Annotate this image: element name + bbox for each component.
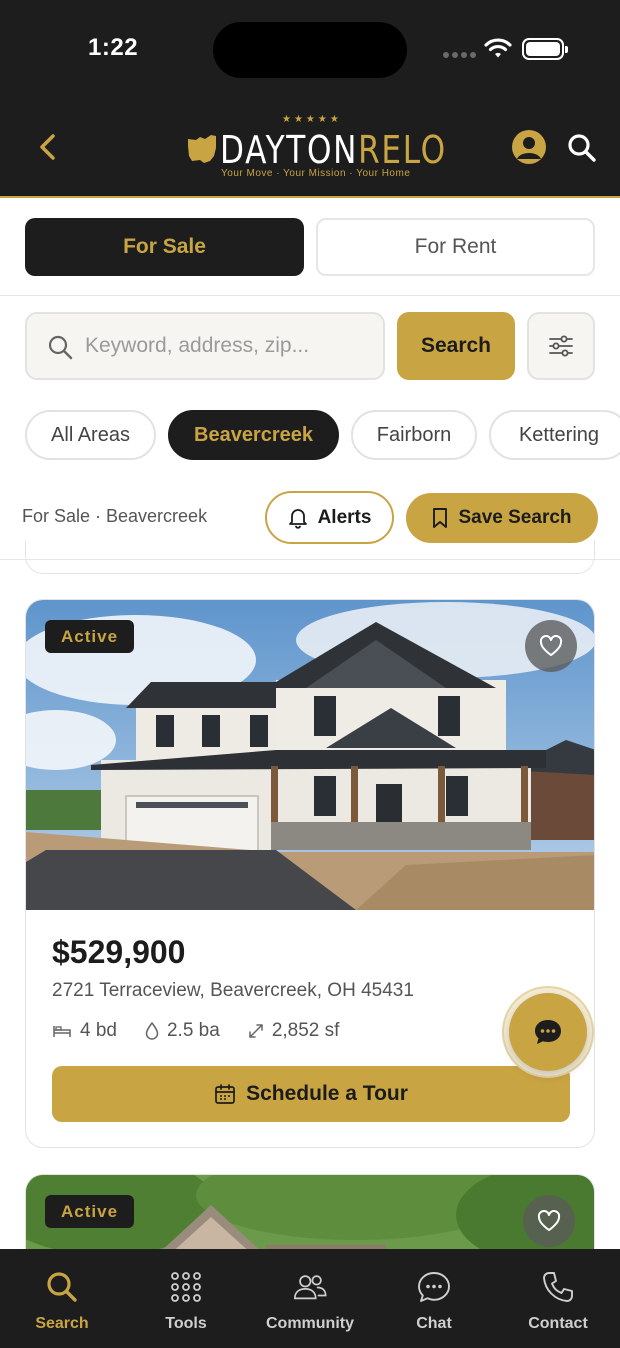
people-icon: [293, 1275, 327, 1300]
previous-listing-card-edge: [25, 540, 595, 574]
water-drop-icon: [145, 1022, 159, 1040]
expand-arrows-icon: [249, 1024, 263, 1038]
tab-for-sale[interactable]: For Sale: [25, 218, 304, 276]
sqft-value: 2,852 sf: [271, 1020, 340, 1041]
beds-fact: 4 bd: [52, 1020, 117, 1042]
search-button[interactable]: Search: [397, 312, 515, 380]
save-search-label: Save Search: [458, 507, 572, 528]
bottom-navigation: Search Tools Community Chat Contact: [0, 1249, 620, 1348]
wifi-icon: [484, 38, 512, 58]
nav-label: Search: [35, 1315, 89, 1332]
nav-label: Contact: [528, 1315, 588, 1332]
area-filter-chips: All Areas Beavercreek Fairborn Kettering: [25, 410, 620, 460]
listing-card[interactable]: Active $529,900 2721 Terraceview, Beaver…: [25, 599, 595, 1148]
divider: [0, 295, 620, 296]
search-icon: [47, 1272, 77, 1302]
status-badge: Active: [45, 620, 135, 653]
nav-search[interactable]: Search: [0, 1249, 124, 1348]
sliders-icon: [549, 335, 573, 357]
logo-wordmark: DAYTONRELO: [220, 128, 447, 172]
alerts-label: Alerts: [317, 506, 372, 528]
profile-button[interactable]: [512, 130, 546, 164]
save-search-button[interactable]: Save Search: [406, 493, 598, 543]
nav-community[interactable]: Community: [248, 1249, 372, 1348]
filter-button[interactable]: [527, 312, 595, 380]
logo-stars: ★★★★★: [282, 114, 342, 125]
bookmark-icon: [433, 508, 448, 528]
listing-photo[interactable]: Active: [26, 600, 594, 910]
schedule-tour-label: Schedule a Tour: [246, 1082, 408, 1105]
search-input[interactable]: [85, 328, 375, 364]
dynamic-island: [213, 22, 407, 78]
chip-all-areas[interactable]: All Areas: [25, 410, 156, 460]
nav-contact[interactable]: Contact: [496, 1249, 620, 1348]
nav-chat[interactable]: Chat: [372, 1249, 496, 1348]
heart-icon: [539, 635, 563, 656]
sqft-fact: 2,852 sf: [248, 1020, 340, 1042]
listing-price: $529,900: [52, 934, 186, 970]
grid-dots-icon: [171, 1272, 201, 1302]
nav-label: Chat: [416, 1315, 452, 1332]
tab-for-rent[interactable]: For Rent: [316, 218, 595, 276]
chat-bubble-icon: [535, 1020, 561, 1044]
chip-kettering[interactable]: Kettering: [489, 410, 620, 460]
beds-value: 4 bd: [80, 1020, 117, 1041]
brand-logo[interactable]: ★★★★★ DAYTONRELO Your Move · Your Missio…: [186, 114, 445, 180]
battery-icon: [522, 38, 568, 60]
ohio-state-icon: [188, 135, 216, 163]
phone-icon: [543, 1272, 573, 1302]
listing-facts: 4 bd 2.5 ba 2,852 sf: [52, 1020, 339, 1042]
chat-bubble-icon: [418, 1272, 450, 1302]
header-search-button[interactable]: [566, 132, 598, 164]
chip-fairborn[interactable]: Fairborn: [351, 410, 477, 460]
status-badge: Active: [45, 1195, 135, 1228]
app-header: 1:22 ★★★★★ DAYTONRELO Your Move · Your M…: [0, 0, 620, 198]
results-context-label: For Sale · Beavercreek: [22, 506, 208, 526]
logo-tagline: Your Move · Your Mission · Your Home: [221, 168, 411, 179]
chevron-left-icon: [40, 134, 55, 160]
search-icon: [568, 134, 596, 162]
heart-icon: [537, 1210, 561, 1231]
baths-value: 2.5 ba: [166, 1020, 220, 1041]
calendar-icon: [215, 1084, 235, 1104]
search-icon: [48, 335, 73, 360]
schedule-tour-button[interactable]: Schedule a Tour: [52, 1066, 570, 1122]
favorite-button[interactable]: [523, 1195, 575, 1247]
chat-fab-button[interactable]: [509, 993, 587, 1071]
nav-label: Tools: [165, 1315, 207, 1332]
back-button[interactable]: [30, 128, 64, 166]
bed-icon: [53, 1026, 71, 1037]
favorite-button[interactable]: [525, 620, 577, 672]
bell-icon: [288, 508, 307, 529]
nav-tools[interactable]: Tools: [124, 1249, 248, 1348]
listing-address: 2721 Terraceview, Beavercreek, OH 45431: [52, 980, 414, 1001]
chip-beavercreek[interactable]: Beavercreek: [168, 410, 339, 460]
status-time: 1:22: [88, 34, 139, 61]
alerts-button[interactable]: Alerts: [265, 491, 394, 544]
signal-icon: [443, 52, 476, 58]
nav-label: Community: [266, 1315, 354, 1332]
search-field[interactable]: [25, 312, 385, 380]
user-circle-icon: [517, 137, 541, 159]
baths-fact: 2.5 ba: [145, 1020, 220, 1042]
